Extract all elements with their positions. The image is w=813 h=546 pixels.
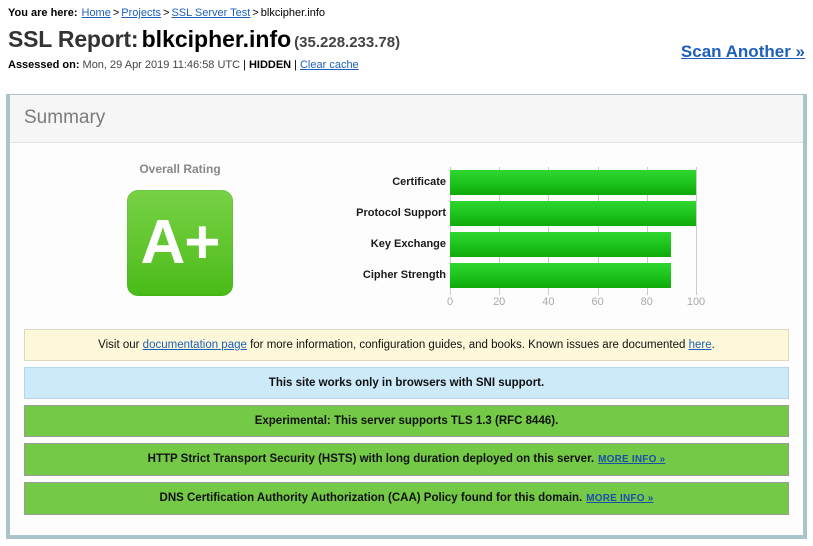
chart-bar — [450, 201, 696, 226]
chart-x-tick-label: 100 — [686, 296, 706, 308]
chart-bar-row — [450, 229, 696, 260]
chart-bars — [450, 167, 696, 295]
more-info-link[interactable]: MORE INFO » — [586, 493, 653, 504]
overall-rating-caption: Overall Rating — [139, 162, 221, 176]
notice-good: HTTP Strict Transport Security (HSTS) wi… — [24, 443, 789, 476]
breadcrumb-item-ssl-server-test[interactable]: SSL Server Test — [171, 7, 250, 19]
clear-cache-link[interactable]: Clear cache — [300, 59, 359, 71]
page-title-hostname: blkcipher.info — [141, 26, 292, 52]
hidden-badge: HIDDEN — [248, 59, 292, 71]
chart-category-labels: Certificate Protocol Support Key Exchange C… — [350, 167, 446, 291]
notice-link[interactable]: documentation page — [143, 339, 247, 351]
score-bar-chart: Certificate Protocol Support Key Exchange C… — [350, 155, 803, 315]
more-info-link[interactable]: MORE INFO » — [598, 454, 665, 465]
notice-text: This site works only in browsers with SN… — [268, 377, 545, 389]
grade-badge: A+ — [127, 190, 233, 296]
breadcrumb-separator: > — [112, 7, 120, 19]
notice-text: for more information, configuration guid… — [246, 339, 689, 351]
chart-x-tick-label: 60 — [591, 296, 604, 308]
rating-and-chart-row: Overall Rating A+ Certificate Protocol Su… — [10, 143, 803, 329]
notice-good: Experimental: This server supports TLS 1… — [24, 405, 789, 437]
grade-value: A+ — [140, 208, 221, 277]
chart-bar — [450, 232, 672, 257]
notice-text: Experimental: This server supports TLS 1… — [254, 415, 559, 427]
chart-x-tick-label: 80 — [640, 296, 653, 308]
summary-panel-header: Summary — [10, 95, 803, 143]
breadcrumb-item-current: blkcipher.info — [260, 7, 325, 19]
notice-warn: Visit our documentation page for more in… — [24, 329, 789, 361]
breadcrumb-separator: > — [163, 7, 170, 19]
breadcrumb-item-home[interactable]: Home — [82, 7, 111, 19]
notice-good: DNS Certification Authority Authorizatio… — [24, 482, 789, 515]
assessed-separator: | — [294, 59, 297, 71]
summary-panel-body: Overall Rating A+ Certificate Protocol Su… — [10, 143, 803, 535]
notice-text: Visit our — [98, 339, 143, 351]
chart-x-axis-ticks: 0 20 40 60 80 100 — [446, 296, 705, 312]
assessed-separator: | — [243, 59, 246, 71]
chart-category-label: Key Exchange — [370, 238, 446, 250]
chart-gridline — [696, 167, 697, 295]
page-title-prefix: SSL Report: — [8, 26, 139, 52]
notice-text: DNS Certification Authority Authorizatio… — [159, 492, 583, 504]
chart-category-label: Protocol Support — [356, 207, 446, 219]
chart-x-tick-label: 20 — [493, 296, 506, 308]
chart-x-tick-label: 40 — [542, 296, 555, 308]
chart-plot-area — [450, 167, 697, 295]
notice-link[interactable]: here — [689, 339, 712, 351]
notice-text: HTTP Strict Transport Security (HSTS) wi… — [147, 453, 595, 465]
summary-title: Summary — [24, 107, 106, 128]
chart-bar — [450, 170, 696, 195]
summary-panel: Summary Overall Rating A+ Certificate Pro… — [6, 94, 807, 539]
breadcrumb-item-projects[interactable]: Projects — [121, 7, 161, 19]
breadcrumb-label: You are here: — [8, 7, 78, 19]
breadcrumb: You are here: Home > Projects > SSL Server Te… — [0, 0, 813, 20]
chart-category-label: Cipher Strength — [362, 269, 446, 281]
notice-text: . — [711, 339, 715, 351]
scan-another-link[interactable]: Scan Another » — [681, 43, 805, 60]
notice-list: Visit our documentation page for more in… — [10, 329, 803, 535]
chart-bar-row — [450, 260, 696, 291]
chart-bar-row — [450, 167, 696, 198]
chart-bar — [450, 263, 672, 288]
chart-x-tick-label: 0 — [446, 296, 454, 308]
breadcrumb-separator: > — [252, 7, 259, 19]
notice-info: This site works only in browsers with SN… — [24, 367, 789, 399]
chart-bar-row — [450, 198, 696, 229]
overall-rating-section: Overall Rating A+ — [10, 155, 350, 296]
assessment-info: Assessed on: Mon, 29 Apr 2019 11:46:58 UT… — [0, 43, 813, 72]
page-title-ip: (35.228.233.78) — [294, 34, 401, 51]
assessed-on-date: Mon, 29 Apr 2019 11:46:58 UTC — [82, 59, 241, 71]
assessed-on-label: Assessed on: — [8, 59, 80, 71]
chart-category-label: Certificate — [392, 176, 446, 188]
